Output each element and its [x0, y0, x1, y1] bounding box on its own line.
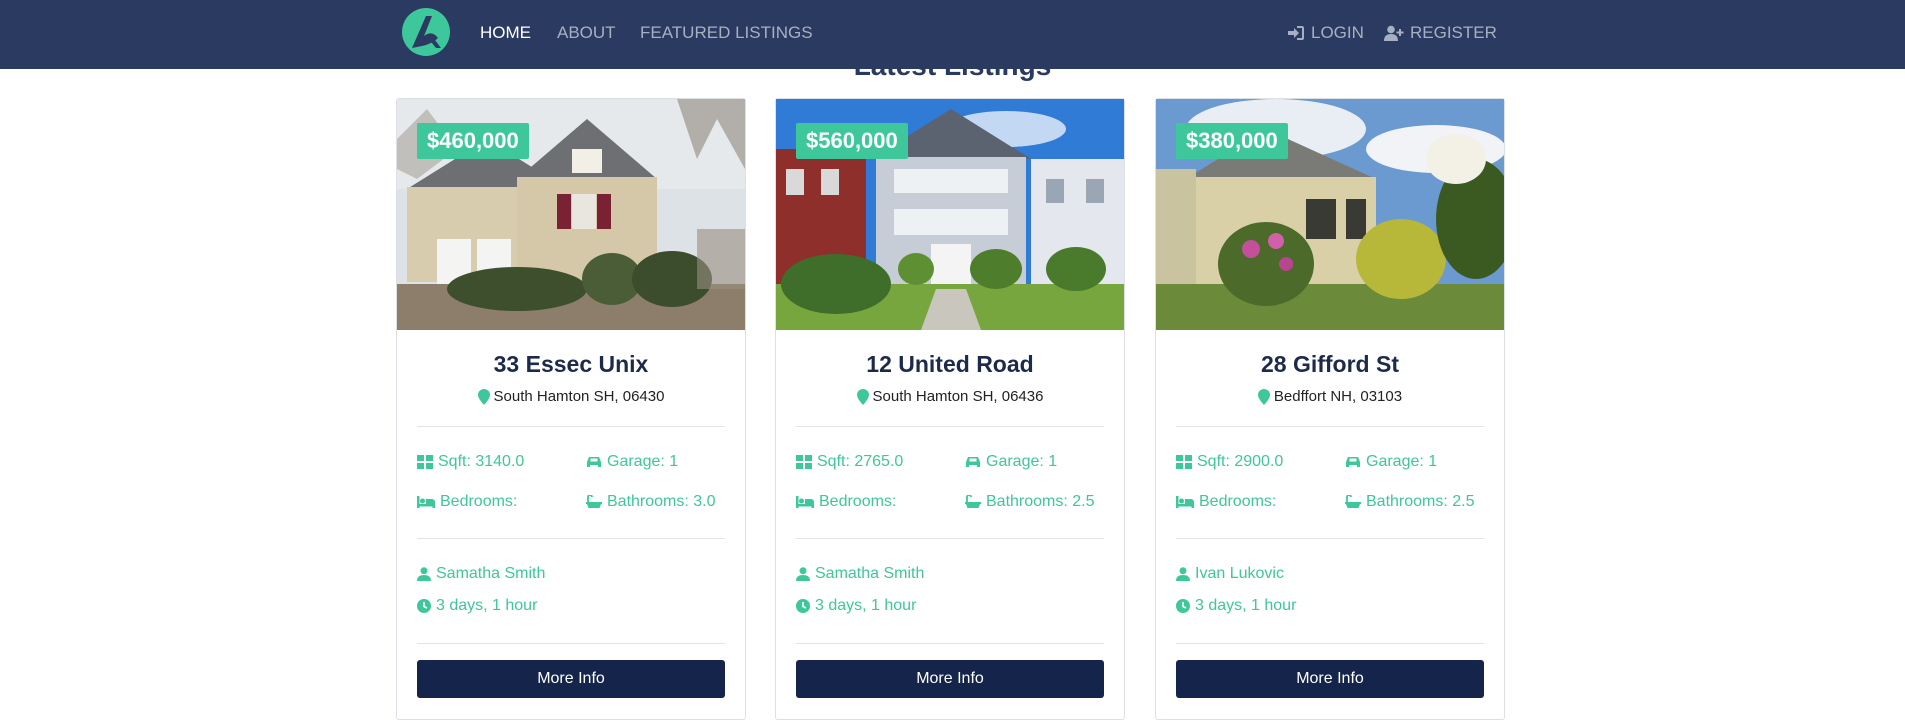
- th-large-icon: [417, 455, 433, 469]
- price-badge: $460,000: [417, 123, 529, 159]
- more-info-button[interactable]: More Info: [796, 660, 1104, 698]
- divider: [1176, 426, 1484, 427]
- listed-time-text: 3 days, 1 hour: [1195, 597, 1297, 614]
- sqft-feature: Sqft: 2900.0: [1176, 452, 1283, 472]
- map-marker-icon: [1257, 389, 1270, 405]
- bedrooms-feature: Bedrooms:: [1176, 492, 1276, 512]
- listing-title: 33 Essec Unix: [493, 351, 649, 377]
- more-info-button[interactable]: More Info: [1176, 660, 1484, 698]
- bathrooms-feature: Bathrooms: 2.5: [1345, 492, 1475, 512]
- login-label: LOGIN: [1311, 23, 1364, 42]
- brand-logo[interactable]: [402, 8, 450, 56]
- bedrooms-text: Bedrooms:: [819, 493, 897, 510]
- car-icon: [1346, 457, 1360, 467]
- bath-icon: [1345, 495, 1361, 508]
- listing-card: $560,000 12 United Road South Hamton SH,…: [775, 98, 1125, 720]
- th-large-icon: [1176, 455, 1192, 469]
- price-badge: $560,000: [796, 123, 908, 159]
- listing-title: 28 Gifford St: [1260, 351, 1399, 377]
- logo-a-icon: [412, 16, 441, 48]
- garage-text: Garage: 1: [1366, 453, 1438, 470]
- section-title: Latest Listings: [853, 50, 1052, 81]
- garage-feature: Garage: 1: [586, 452, 678, 472]
- listing-location: South Hamton SH, 06436: [776, 387, 1124, 407]
- price-badge: $380,000: [1176, 123, 1288, 159]
- car-icon: [966, 457, 980, 467]
- clock-icon: [796, 599, 810, 613]
- divider: [417, 538, 725, 539]
- sign-in-icon: [1288, 26, 1304, 40]
- bedrooms-text: Bedrooms:: [440, 493, 518, 510]
- more-info-button[interactable]: More Info: [417, 660, 725, 698]
- listing-photo[interactable]: $560,000: [776, 99, 1124, 330]
- bedrooms-text: Bedrooms:: [1199, 493, 1277, 510]
- garage-feature: Garage: 1: [965, 452, 1057, 472]
- location-text: South Hamton SH, 06436: [872, 388, 1044, 405]
- location-text: South Hamton SH, 06430: [493, 388, 665, 405]
- realtor-info: Samatha Smith: [796, 564, 924, 584]
- garage-feature: Garage: 1: [1345, 452, 1437, 472]
- realtor-info: Ivan Lukovic: [1176, 564, 1284, 584]
- clock-icon: [1176, 599, 1190, 613]
- divider: [796, 426, 1104, 427]
- garage-text: Garage: 1: [986, 453, 1058, 470]
- listing-card: $460,000 33 Essec Unix South Hamton SH, …: [396, 98, 746, 720]
- bed-icon: [796, 496, 814, 508]
- sqft-feature: Sqft: 3140.0: [417, 452, 524, 472]
- bathrooms-text: Bathrooms: 2.5: [1366, 493, 1475, 510]
- sqft-text: Sqft: 2900.0: [1197, 453, 1284, 470]
- realtor-name: Samatha Smith: [436, 565, 546, 582]
- listed-time: 3 days, 1 hour: [796, 596, 916, 616]
- listing-location: South Hamton SH, 06430: [397, 387, 745, 407]
- nav-featured-listings-link[interactable]: FEATURED LISTINGS: [640, 23, 813, 43]
- bath-icon: [965, 495, 981, 508]
- user-plus-icon: [1384, 25, 1404, 41]
- sqft-text: Sqft: 2765.0: [817, 453, 904, 470]
- divider: [1176, 643, 1484, 644]
- listed-time-text: 3 days, 1 hour: [436, 597, 538, 614]
- map-marker-icon: [477, 389, 490, 405]
- listed-time: 3 days, 1 hour: [1176, 596, 1296, 616]
- login-link[interactable]: LOGIN: [1287, 23, 1364, 43]
- listing-photo[interactable]: $460,000: [397, 99, 745, 330]
- divider: [417, 426, 725, 427]
- bed-icon: [1176, 496, 1194, 508]
- location-text: Bedffort NH, 03103: [1273, 388, 1403, 405]
- garage-text: Garage: 1: [607, 453, 679, 470]
- nav-home-link[interactable]: HOME: [480, 23, 531, 43]
- listing-card: $380,000 28 Gifford St Bedffort NH, 0310…: [1155, 98, 1505, 720]
- listing-location: Bedffort NH, 03103: [1156, 387, 1504, 407]
- divider: [1176, 538, 1484, 539]
- clock-icon: [417, 599, 431, 613]
- listing-title: 12 United Road: [866, 351, 1034, 377]
- register-link[interactable]: REGISTER: [1384, 23, 1497, 43]
- bathrooms-text: Bathrooms: 2.5: [986, 493, 1095, 510]
- realtor-info: Samatha Smith: [417, 564, 545, 584]
- nav-about-link[interactable]: ABOUT: [557, 23, 616, 43]
- realtor-name: Ivan Lukovic: [1195, 565, 1284, 582]
- divider: [417, 643, 725, 644]
- listed-time-text: 3 days, 1 hour: [815, 597, 917, 614]
- user-icon: [796, 567, 810, 581]
- realtor-name: Samatha Smith: [815, 565, 925, 582]
- bathrooms-feature: Bathrooms: 3.0: [586, 492, 716, 512]
- register-label: REGISTER: [1410, 23, 1497, 42]
- sqft-feature: Sqft: 2765.0: [796, 452, 903, 472]
- bedrooms-feature: Bedrooms:: [417, 492, 517, 512]
- user-icon: [417, 567, 431, 581]
- map-marker-icon: [856, 389, 869, 405]
- car-icon: [587, 457, 601, 467]
- bedrooms-feature: Bedrooms:: [796, 492, 896, 512]
- bed-icon: [417, 496, 435, 508]
- listing-photo[interactable]: $380,000: [1156, 99, 1504, 330]
- bathrooms-feature: Bathrooms: 2.5: [965, 492, 1095, 512]
- divider: [796, 538, 1104, 539]
- divider: [796, 643, 1104, 644]
- th-large-icon: [796, 455, 812, 469]
- listed-time: 3 days, 1 hour: [417, 596, 537, 616]
- bathrooms-text: Bathrooms: 3.0: [607, 493, 716, 510]
- bath-icon: [586, 495, 602, 508]
- sqft-text: Sqft: 3140.0: [438, 453, 525, 470]
- user-icon: [1176, 567, 1190, 581]
